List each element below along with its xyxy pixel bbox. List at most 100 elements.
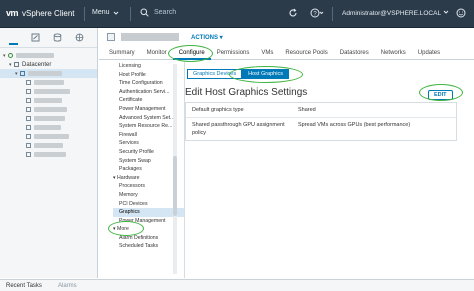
tree-item-label: [34, 80, 64, 85]
vm-icon: [26, 80, 31, 85]
tree-item-vm[interactable]: [0, 141, 97, 150]
tree-item-datacenter[interactable]: ▾ Datacenter: [0, 60, 97, 69]
feedback-icon[interactable]: [456, 8, 466, 18]
tab-resource-pools[interactable]: Resource Pools: [279, 46, 333, 60]
actions-menu-button[interactable]: ACTIONS ▾: [191, 34, 223, 41]
tab-graphics-devices[interactable]: Graphics Devices: [187, 69, 243, 79]
refresh-icon[interactable]: [288, 8, 298, 18]
navigator-view-tabs: [0, 28, 97, 48]
host-icon: [20, 71, 25, 76]
inventory-tree: ▾ ▾ Datacenter ▾: [0, 48, 97, 159]
tree-item-label: [34, 143, 63, 148]
recent-tasks-tab[interactable]: Recent Tasks: [6, 283, 42, 289]
bottom-panel: Recent Tasks Alarms: [0, 279, 474, 291]
menu-label: Menu: [92, 9, 110, 16]
tree-item-host[interactable]: ▾: [0, 69, 97, 78]
actions-label: ACTIONS: [191, 34, 218, 41]
tree-item-label: [34, 98, 62, 103]
user-name: Administrator@VSPHERE.LOCAL: [342, 10, 441, 17]
tab-vms[interactable]: VMs: [255, 46, 279, 60]
vms-templates-view-icon[interactable]: [31, 33, 40, 42]
header-divider: [332, 7, 333, 21]
search-icon: [140, 8, 149, 17]
header-divider: [84, 7, 85, 21]
object-tabs: Summary Monitor Configure Permissions VMs Res…: [99, 46, 474, 60]
chevron-down-icon: [113, 11, 118, 15]
tab-datastores[interactable]: Datastores: [334, 46, 375, 60]
tree-item-vm[interactable]: [0, 96, 97, 105]
user-menu[interactable]: Administrator@VSPHERE.LOCAL: [342, 9, 449, 17]
vcenter-icon: [8, 53, 13, 58]
configure-menu-scrollbar[interactable]: [173, 64, 177, 274]
tab-monitor[interactable]: Monitor: [141, 46, 173, 60]
host-icon: [107, 33, 115, 41]
tree-item-vm[interactable]: [0, 114, 97, 123]
app-title: vSphere Client: [22, 8, 75, 18]
tree-item-label: [34, 134, 69, 139]
tree-item-label: [16, 53, 54, 58]
tree-item-label: Datacenter: [22, 61, 52, 68]
datacenter-icon: [14, 62, 19, 67]
header-divider: [130, 7, 131, 21]
storage-view-icon[interactable]: [53, 33, 62, 42]
vm-icon: [26, 125, 31, 130]
chevron-down-icon: ▾: [219, 34, 223, 41]
vmware-logo: vm: [6, 8, 19, 18]
vm-icon: [26, 134, 31, 139]
tree-item-label: [28, 71, 62, 76]
vm-icon: [26, 152, 31, 157]
tree-item-label: [34, 89, 70, 94]
networking-view-icon[interactable]: [75, 33, 84, 42]
tab-permissions[interactable]: Permissions: [211, 46, 256, 60]
setting-label: Shared passthrough GPU assignment policy: [192, 122, 285, 136]
tab-summary[interactable]: Summary: [103, 46, 141, 60]
table-row: Default graphics type Shared: [186, 103, 456, 118]
tab-networks[interactable]: Networks: [375, 46, 412, 60]
inventory-navigator: ▾ ▾ Datacenter ▾: [0, 28, 98, 278]
page-title: Edit Host Graphics Settings: [185, 87, 308, 98]
tab-updates[interactable]: Updates: [412, 46, 446, 60]
search-placeholder: Search: [154, 9, 177, 16]
top-header: vm vSphere Client Menu Search ? Administ…: [0, 0, 474, 28]
help-icon[interactable]: ?: [310, 8, 324, 18]
setting-label: Default graphics type: [192, 107, 244, 113]
hosts-clusters-view-icon[interactable]: [9, 31, 18, 45]
setting-value: Spread VMs across GPUs (best performance…: [298, 122, 411, 128]
tree-item-vm[interactable]: [0, 123, 97, 132]
vm-icon: [26, 116, 31, 121]
tree-item-vm[interactable]: [0, 87, 97, 96]
menu-group-label: More: [117, 226, 129, 233]
tab-configure[interactable]: Configure: [172, 46, 211, 60]
tree-item-vm[interactable]: [0, 105, 97, 114]
vm-icon: [26, 89, 31, 94]
main-content: ACTIONS ▾ Summary Monitor Configure Permiss…: [99, 28, 474, 278]
menu-group-label: Hardware: [117, 174, 140, 181]
vm-icon: [26, 107, 31, 112]
tree-item-label: [34, 107, 67, 112]
tab-host-graphics[interactable]: Host Graphics: [242, 69, 289, 79]
edit-button[interactable]: EDIT: [428, 90, 453, 100]
header-actions: ?: [288, 8, 324, 18]
tree-item-vm[interactable]: [0, 78, 97, 87]
tree-item-label: [34, 152, 66, 157]
object-header: ACTIONS ▾: [107, 33, 223, 41]
setting-value: Shared: [298, 107, 316, 113]
alarms-tab[interactable]: Alarms: [58, 283, 77, 289]
vm-icon: [26, 143, 31, 148]
object-name: [121, 33, 179, 41]
vm-icon: [26, 98, 31, 103]
tree-item-vm[interactable]: [0, 150, 97, 159]
brand[interactable]: vm vSphere Client: [6, 8, 75, 18]
global-search[interactable]: Search: [140, 8, 176, 17]
chevron-down-icon: [443, 10, 449, 14]
graphics-segmented-control: Graphics Devices Host Graphics: [187, 69, 289, 79]
table-row: Shared passthrough GPU assignment policy…: [186, 118, 456, 140]
tree-item-vcenter[interactable]: ▾: [0, 51, 97, 60]
tree-item-label: [34, 125, 61, 130]
menu-button[interactable]: Menu: [92, 9, 119, 16]
settings-table: Default graphics type Shared Shared pass…: [185, 102, 457, 141]
tree-item-label: [34, 116, 65, 121]
graphics-pane: Graphics Devices Host Graphics Edit Host…: [185, 62, 465, 278]
tree-item-vm[interactable]: [0, 132, 97, 141]
scrollbar-thumb[interactable]: [173, 156, 177, 216]
